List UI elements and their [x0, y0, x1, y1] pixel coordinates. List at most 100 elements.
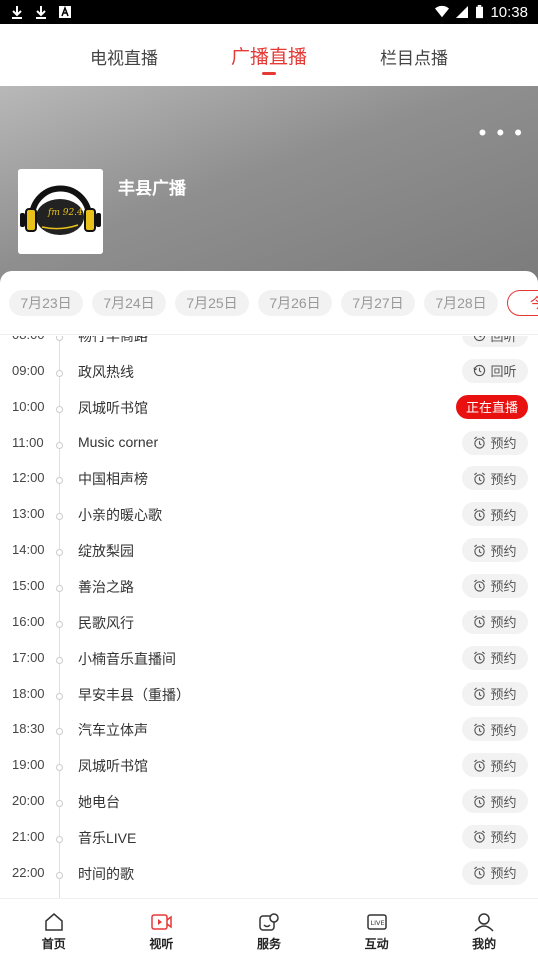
timeline-dot: [56, 656, 63, 664]
timeline-dot: [56, 441, 63, 449]
download-icon: [36, 6, 46, 19]
program-time: 19:00: [12, 757, 45, 773]
action-label: 预约: [490, 830, 517, 846]
nav-label: 我的: [472, 937, 497, 951]
alarm-clock-icon: [474, 615, 486, 628]
schedule-row[interactable]: 20:00 她电台 预约: [0, 785, 538, 821]
program-name: 中国相声榜: [78, 471, 148, 488]
action-label: 预约: [490, 615, 517, 631]
schedule-row[interactable]: 11:00 Music corner 预约: [0, 427, 538, 463]
app-notification-icon: [59, 5, 71, 18]
alarm-clock-icon: [474, 795, 486, 808]
nav-mine[interactable]: 我的: [430, 899, 538, 956]
tab-radio-live[interactable]: 广播直播: [197, 24, 342, 86]
program-name: 早安丰县（重播）: [78, 686, 190, 703]
program-time: 22:00: [12, 864, 45, 880]
action-label: 回听: [490, 364, 517, 380]
station-name: 丰县广播: [118, 179, 186, 198]
replay-icon: [474, 336, 486, 341]
status-time: 10:38: [490, 3, 528, 21]
date-chip[interactable]: 7月28日: [424, 290, 498, 316]
schedule-row[interactable]: 13:00 小亲的暖心歌 预约: [0, 498, 538, 534]
reserve-button[interactable]: 预约: [462, 538, 528, 563]
program-name: 善治之路: [78, 578, 134, 595]
timeline-dot: [56, 477, 63, 485]
alarm-clock-icon: [474, 687, 486, 700]
action-label: 预约: [490, 687, 517, 702]
action-label: 预约: [490, 794, 517, 810]
timeline-dot: [56, 405, 63, 413]
reserve-button[interactable]: 预约: [462, 645, 528, 670]
tab-tv-live[interactable]: 电视直播: [52, 24, 197, 86]
program-time: 12:00: [12, 470, 45, 486]
program-schedule[interactable]: 08:00畅行丰商路回听09:00政风热线回听10:00凤城听书馆正在直播11:…: [0, 336, 538, 898]
schedule-row[interactable]: 08:00 畅行丰商路 回听: [0, 336, 538, 355]
service-icon: [259, 913, 279, 931]
program-name: 小楠音乐直播间: [78, 650, 176, 667]
program-name: 畅行丰商路: [78, 336, 148, 344]
action-label: 预约: [490, 866, 517, 882]
schedule-row[interactable]: 18:00 早安丰县（重播） 预约: [0, 678, 538, 714]
signal-icon: [456, 6, 469, 18]
date-chip[interactable]: 7月26日: [258, 290, 332, 316]
timeline-dot: [56, 835, 63, 843]
reserve-button[interactable]: 预约: [462, 681, 528, 706]
schedule-row[interactable]: 15:00 善治之路 预约: [0, 570, 538, 606]
status-bar: 10:38: [0, 0, 538, 24]
date-chip[interactable]: 7月25日: [175, 290, 249, 316]
schedule-row[interactable]: 18:30 汽车立体声 预约: [0, 713, 538, 749]
timeline-dot: [56, 549, 63, 557]
replay-button[interactable]: 回听: [462, 336, 528, 347]
reserve-button[interactable]: 预约: [462, 609, 528, 634]
timeline-dot: [56, 764, 63, 772]
schedule-row[interactable]: 17:00 小楠音乐直播间 预约: [0, 642, 538, 678]
nav-interact[interactable]: LIVE 互动: [323, 899, 431, 956]
download-icon: [12, 6, 22, 19]
alarm-clock-icon: [474, 579, 486, 593]
schedule-row[interactable]: 14:00 绽放梨园 预约: [0, 534, 538, 570]
schedule-row[interactable]: 22:00 时间的歌 预约: [0, 857, 538, 893]
program-time: 20:00: [12, 793, 45, 809]
live-now-button[interactable]: 正在直播: [456, 394, 528, 419]
reserve-button[interactable]: 预约: [462, 502, 528, 527]
nav-service[interactable]: 服务: [215, 899, 323, 956]
action-label: 回听: [490, 336, 517, 344]
reserve-button[interactable]: 预约: [462, 860, 528, 885]
more-options-icon[interactable]: • • •: [479, 120, 524, 146]
schedule-row[interactable]: 10:00 凤城听书馆 正在直播: [0, 391, 538, 427]
program-time: 13:00: [12, 506, 45, 522]
reserve-button[interactable]: 预约: [462, 430, 528, 455]
schedule-row[interactable]: 16:00 民歌风行 预约: [0, 606, 538, 642]
program-name: 绽放梨园: [78, 543, 134, 560]
reserve-button[interactable]: 预约: [462, 824, 528, 849]
schedule-row[interactable]: 19:00 凤城听书馆 预约: [0, 749, 538, 785]
schedule-row[interactable]: 21:00 音乐LIVE 预约: [0, 821, 538, 857]
station-banner: • • • fm 92.4 丰县广播: [0, 86, 538, 286]
alarm-clock-icon: [474, 472, 486, 485]
program-time: 21:00: [12, 828, 45, 844]
timeline-dot: [56, 369, 63, 377]
program-name: 政风热线: [78, 363, 134, 380]
action-label: 预约: [490, 722, 517, 738]
reserve-button[interactable]: 预约: [462, 753, 528, 778]
program-name: 音乐LIVE: [78, 829, 137, 846]
reserve-button[interactable]: 预约: [462, 466, 528, 491]
replay-button[interactable]: 回听: [462, 358, 528, 383]
nav-label: 首页: [41, 937, 66, 951]
date-chip[interactable]: 7月23日: [9, 290, 83, 316]
nav-home[interactable]: 首页: [0, 899, 108, 956]
reserve-button[interactable]: 预约: [462, 573, 528, 598]
program-name: 她电台: [78, 794, 120, 811]
date-chip[interactable]: 7月24日: [92, 290, 166, 316]
action-label: 预约: [490, 579, 517, 595]
program-time: 11:00: [12, 434, 44, 450]
date-chip[interactable]: 7月27日: [341, 290, 415, 316]
reserve-button[interactable]: 预约: [462, 717, 528, 742]
schedule-row[interactable]: 09:00 政风热线 回听: [0, 355, 538, 391]
schedule-row[interactable]: 12:00 中国相声榜 预约: [0, 462, 538, 498]
timeline-dot: [56, 336, 63, 341]
nav-media[interactable]: 视听: [108, 899, 216, 956]
date-chip-today[interactable]: 今天: [507, 290, 538, 316]
tab-column-vod[interactable]: 栏目点播: [342, 24, 487, 86]
reserve-button[interactable]: 预约: [462, 789, 528, 814]
